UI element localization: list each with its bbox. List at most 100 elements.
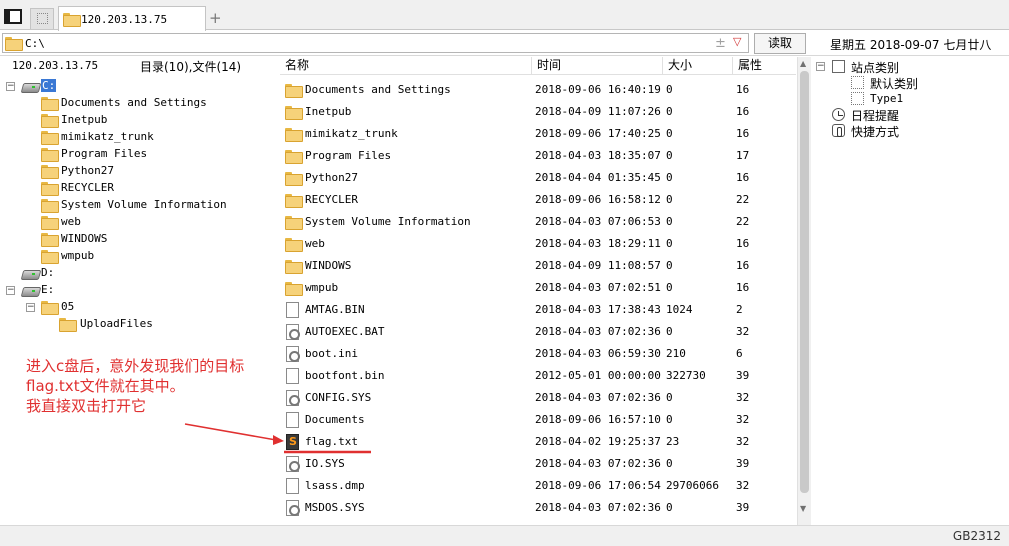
file-row[interactable]: bootfont.bin 2012-05-01 00:00:00 322730 39 <box>280 365 796 387</box>
collapse-icon[interactable]: − <box>6 82 15 91</box>
file-row[interactable]: AUTOEXEC.BAT 2018-04-03 07:02:36 0 32 <box>280 321 796 343</box>
file-attr: 16 <box>736 83 750 96</box>
clock-icon <box>832 108 845 121</box>
collapse-icon[interactable]: − <box>816 62 825 71</box>
tree-item-folder[interactable]: UploadFiles <box>0 316 260 333</box>
site-category-label: 站点类别 <box>851 61 900 75</box>
tree-item-folder[interactable]: wmpub <box>0 248 260 265</box>
chevron-down-icon[interactable]: ▽ <box>733 35 741 48</box>
file-time: 2018-04-03 18:29:11 <box>535 237 661 250</box>
column-size[interactable]: 大小 <box>662 57 732 74</box>
blank-page-icon <box>37 13 48 24</box>
file-name: Documents <box>305 413 365 426</box>
column-time[interactable]: 时间 <box>531 57 662 74</box>
tree-item-label: E: <box>41 283 55 296</box>
file-row[interactable]: wmpub 2018-04-03 07:02:51 0 16 <box>280 277 796 299</box>
file-row[interactable]: flag.txt 2018-04-02 19:25:37 23 32 <box>280 431 796 453</box>
column-attr[interactable]: 属性 <box>732 57 796 74</box>
file-row[interactable]: System Volume Information 2018-04-03 07:0… <box>280 211 796 233</box>
file-size: 0 <box>666 149 673 162</box>
file-icon <box>286 412 299 428</box>
file-row[interactable]: Program Files 2018-04-03 18:35:07 0 17 <box>280 145 796 167</box>
file-time: 2018-04-03 07:02:36 <box>535 457 661 470</box>
site-category-item[interactable]: − 站点类别 <box>812 59 1002 76</box>
scroll-up-icon[interactable]: ▲ <box>800 59 806 68</box>
collapse-icon[interactable]: − <box>6 286 15 295</box>
column-name[interactable]: 名称 <box>280 57 531 74</box>
file-time: 2018-04-09 11:08:57 <box>535 259 661 272</box>
file-attr: 16 <box>736 281 750 294</box>
file-attr: 39 <box>736 369 750 382</box>
file-name: boot.ini <box>305 347 358 360</box>
file-size: 0 <box>666 413 673 426</box>
file-time: 2018-04-04 01:35:45 <box>535 171 661 184</box>
schedule-item[interactable]: 日程提醒 <box>812 107 1002 124</box>
folder-icon <box>41 301 59 315</box>
tree-item-folder[interactable]: Python27 <box>0 163 260 180</box>
folder-icon <box>285 128 303 142</box>
tree-item-folder[interactable]: RECYCLER <box>0 180 260 197</box>
annotation-text: 进入c盘后，意外发现我们的目标 flag.txt文件就在其中。 我直接双击打开它 <box>26 356 244 416</box>
folder-icon <box>285 84 303 98</box>
file-name: MSDOS.SYS <box>305 501 365 514</box>
file-attr: 32 <box>736 435 750 448</box>
tree-item-folder[interactable]: Program Files <box>0 146 260 163</box>
read-button[interactable]: 读取 <box>754 33 806 54</box>
default-category-item[interactable]: 默认类别 <box>812 75 1002 92</box>
file-row[interactable]: IO.SYS 2018-04-03 07:02:36 0 39 <box>280 453 796 475</box>
file-time: 2018-04-03 07:06:53 <box>535 215 661 228</box>
tree-item-d-drive[interactable]: D: <box>0 265 260 282</box>
shortcuts-label: 快捷方式 <box>851 125 900 139</box>
tree-header: 120.203.13.75 目录(10),文件(14) <box>0 57 279 75</box>
file-row[interactable]: AMTAG.BIN 2018-04-03 17:38:43 1024 2 <box>280 299 796 321</box>
tree-item-folder[interactable]: − 05 <box>0 299 260 316</box>
collapse-icon[interactable]: − <box>26 303 35 312</box>
file-row[interactable]: MSDOS.SYS 2018-04-03 07:02:36 0 39 <box>280 497 796 519</box>
scroll-down-icon[interactable]: ▼ <box>800 504 806 513</box>
file-icon-slot <box>285 302 301 318</box>
file-icon-slot <box>285 368 301 384</box>
schedule-label: 日程提醒 <box>851 109 900 123</box>
file-time: 2018-04-03 07:02:51 <box>535 281 661 294</box>
type1-item[interactable]: Type1 <box>812 91 1002 108</box>
file-icon-slot <box>285 500 301 516</box>
folder-icon <box>41 114 59 128</box>
tree-item-folder[interactable]: System Volume Information <box>0 197 260 214</box>
file-time: 2018-09-06 16:58:12 <box>535 193 661 206</box>
add-tab-button[interactable]: + <box>209 9 222 27</box>
file-row[interactable]: Inetpub 2018-04-09 11:07:26 0 16 <box>280 101 796 123</box>
file-row[interactable]: web 2018-04-03 18:29:11 0 16 <box>280 233 796 255</box>
file-row[interactable]: WINDOWS 2018-04-09 11:08:57 0 16 <box>280 255 796 277</box>
tab-inactive[interactable] <box>30 8 54 29</box>
tree-item-folder[interactable]: mimikatz_trunk <box>0 129 260 146</box>
file-time: 2018-04-02 19:25:37 <box>535 435 661 448</box>
file-row[interactable]: lsass.dmp 2018-09-06 17:06:54 29706066 32 <box>280 475 796 497</box>
tree-item-folder[interactable]: Documents and Settings <box>0 95 260 112</box>
tree-item-c-drive[interactable]: − C: <box>0 78 260 95</box>
scroll-thumb[interactable] <box>800 71 809 493</box>
file-row[interactable]: boot.ini 2018-04-03 06:59:30 210 6 <box>280 343 796 365</box>
tab-active[interactable]: 120.203.13.75 <box>58 6 206 31</box>
system-file-icon <box>286 324 300 340</box>
file-row[interactable]: CONFIG.SYS 2018-04-03 07:02:36 0 32 <box>280 387 796 409</box>
file-row[interactable]: Python27 2018-04-04 01:35:45 0 16 <box>280 167 796 189</box>
tree-item-folder[interactable]: WINDOWS <box>0 231 260 248</box>
window-layout-icon[interactable] <box>4 9 22 24</box>
scrollbar[interactable]: ▲ ▼ <box>797 57 811 525</box>
drive-icon <box>22 81 38 91</box>
tree-item-label: System Volume Information <box>61 198 227 211</box>
bookmark-icon[interactable]: ± <box>715 36 726 51</box>
tree-item-e-drive[interactable]: − E: <box>0 282 260 299</box>
path-input[interactable]: C:\ ± ▽ <box>2 33 749 53</box>
folder-icon-slot <box>285 214 303 230</box>
file-icon-slot <box>285 456 301 472</box>
shortcuts-item[interactable]: 快捷方式 <box>812 123 1002 140</box>
tree-item-folder[interactable]: web <box>0 214 260 231</box>
file-row[interactable]: Documents and Settings 2018-09-06 16:40:1… <box>280 79 796 101</box>
tree-item-folder[interactable]: Inetpub <box>0 112 260 129</box>
file-row[interactable]: RECYCLER 2018-09-06 16:58:12 0 22 <box>280 189 796 211</box>
file-row[interactable]: Documents 2018-09-06 16:57:10 0 32 <box>280 409 796 431</box>
tree-item-label: UploadFiles <box>80 317 153 330</box>
file-row[interactable]: mimikatz_trunk 2018-09-06 17:40:25 0 16 <box>280 123 796 145</box>
annotation-line: flag.txt文件就在其中。 <box>26 377 185 395</box>
